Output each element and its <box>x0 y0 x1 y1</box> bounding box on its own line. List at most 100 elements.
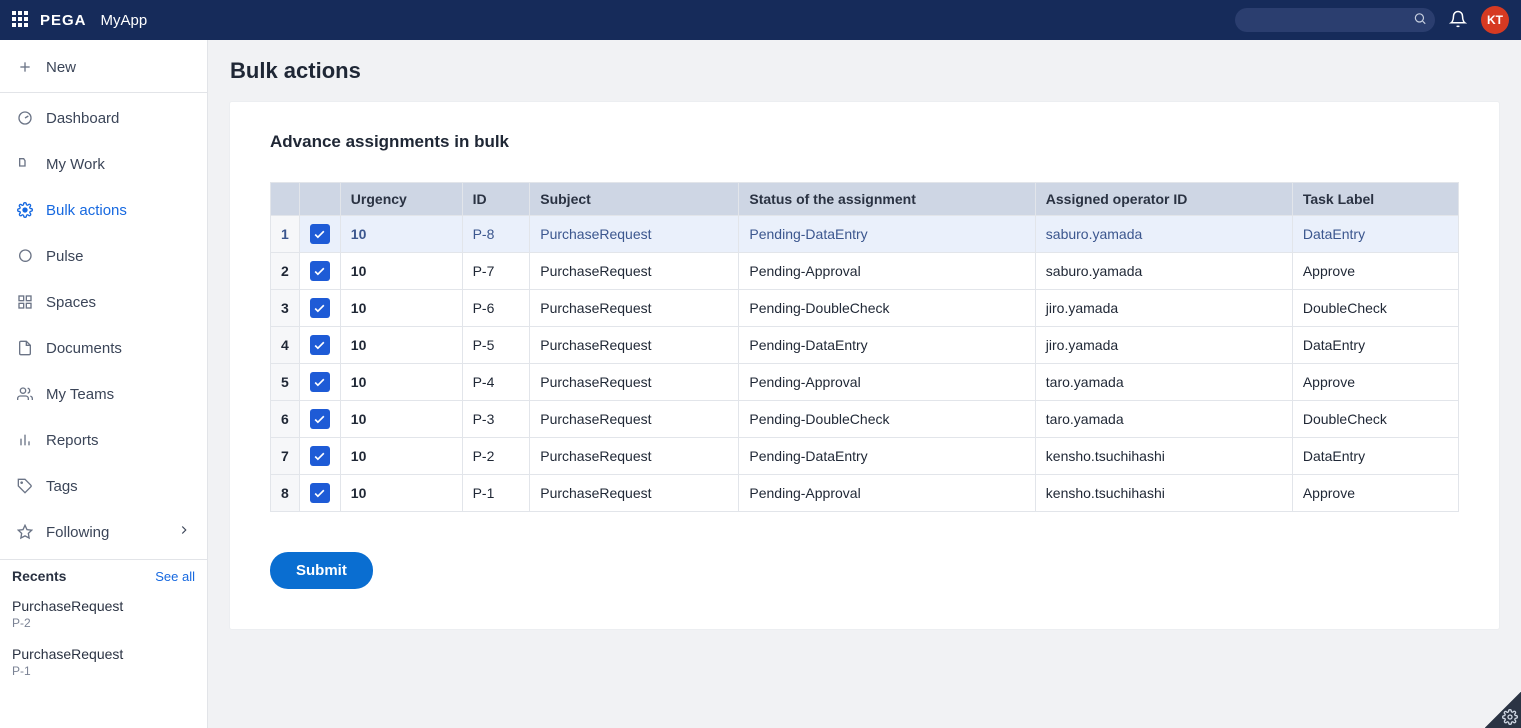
row-checkbox-cell <box>299 327 340 364</box>
sidebar-item-label: Following <box>46 524 109 541</box>
sidebar-item-reports[interactable]: Reports <box>0 417 207 463</box>
table-row[interactable]: 710P-2PurchaseRequestPending-DataEntryke… <box>271 438 1459 475</box>
table-header[interactable]: Subject <box>530 183 739 216</box>
cell-operator: jiro.yamada <box>1035 290 1292 327</box>
cell-id: P-8 <box>462 216 530 253</box>
sidebar-item-label: Spaces <box>46 294 96 311</box>
settings-corner-icon[interactable] <box>1485 692 1521 728</box>
recent-item[interactable]: PurchaseRequest P-2 <box>0 592 207 640</box>
row-checkbox[interactable] <box>310 298 330 318</box>
cell-task: DataEntry <box>1292 327 1458 364</box>
sidebar-item-label: My Work <box>46 156 105 173</box>
sidebar-item-new[interactable]: New <box>0 44 207 90</box>
pulse-icon <box>16 247 34 265</box>
recent-item-sub: P-1 <box>12 664 195 678</box>
sidebar-item-following[interactable]: Following <box>0 509 207 555</box>
row-checkbox-cell <box>299 438 340 475</box>
row-number: 7 <box>271 438 300 475</box>
cell-status: Pending-Approval <box>739 253 1035 290</box>
table-row[interactable]: 610P-3PurchaseRequestPending-DoubleCheck… <box>271 401 1459 438</box>
table-row[interactable]: 410P-5PurchaseRequestPending-DataEntryji… <box>271 327 1459 364</box>
cell-status: Pending-DataEntry <box>739 327 1035 364</box>
cell-status: Pending-Approval <box>739 475 1035 512</box>
notifications-icon[interactable] <box>1449 10 1467 31</box>
recent-item[interactable]: PurchaseRequest P-1 <box>0 640 207 688</box>
table-header[interactable]: ID <box>462 183 530 216</box>
row-checkbox[interactable] <box>310 224 330 244</box>
cell-subject: PurchaseRequest <box>530 401 739 438</box>
sidebar-item-bulk[interactable]: Bulk actions <box>0 187 207 233</box>
cell-id: P-3 <box>462 401 530 438</box>
row-checkbox[interactable] <box>310 372 330 392</box>
documents-icon <box>16 339 34 357</box>
cell-urgency: 10 <box>340 438 462 475</box>
sidebar-item-spaces[interactable]: Spaces <box>0 279 207 325</box>
sidebar-item-documents[interactable]: Documents <box>0 325 207 371</box>
cell-id: P-6 <box>462 290 530 327</box>
page-title: Bulk actions <box>230 58 1499 84</box>
row-checkbox[interactable] <box>310 261 330 281</box>
cell-task: Approve <box>1292 475 1458 512</box>
sidebar-item-mywork[interactable]: My Work <box>0 141 207 187</box>
row-checkbox[interactable] <box>310 335 330 355</box>
app-name-label: MyApp <box>101 12 148 29</box>
row-number: 8 <box>271 475 300 512</box>
cell-task: DoubleCheck <box>1292 401 1458 438</box>
cell-id: P-7 <box>462 253 530 290</box>
table-row[interactable]: 210P-7PurchaseRequestPending-Approvalsab… <box>271 253 1459 290</box>
recent-item-sub: P-2 <box>12 616 195 630</box>
recent-item-title: PurchaseRequest <box>12 598 195 614</box>
cell-operator: saburo.yamada <box>1035 216 1292 253</box>
cell-task: Approve <box>1292 253 1458 290</box>
sidebar-item-pulse[interactable]: Pulse <box>0 233 207 279</box>
row-checkbox[interactable] <box>310 483 330 503</box>
table-header[interactable] <box>299 183 340 216</box>
cell-operator: taro.yamada <box>1035 401 1292 438</box>
cell-operator: saburo.yamada <box>1035 253 1292 290</box>
search-input[interactable] <box>1235 8 1435 32</box>
sidebar-item-label: Reports <box>46 432 99 449</box>
cell-urgency: 10 <box>340 216 462 253</box>
row-checkbox-cell <box>299 475 340 512</box>
cell-task: DataEntry <box>1292 438 1458 475</box>
table-header[interactable]: Assigned operator ID <box>1035 183 1292 216</box>
cell-task: DoubleCheck <box>1292 290 1458 327</box>
row-checkbox-cell <box>299 216 340 253</box>
chevron-right-icon <box>177 523 191 541</box>
see-all-link[interactable]: See all <box>155 569 195 584</box>
table-row[interactable]: 110P-8PurchaseRequestPending-DataEntrysa… <box>271 216 1459 253</box>
cell-id: P-5 <box>462 327 530 364</box>
table-header[interactable]: Urgency <box>340 183 462 216</box>
row-checkbox[interactable] <box>310 409 330 429</box>
new-icon <box>16 58 34 76</box>
sidebar-item-myteams[interactable]: My Teams <box>0 371 207 417</box>
sidebar-item-label: Dashboard <box>46 110 119 127</box>
row-number: 6 <box>271 401 300 438</box>
recents-header: Recents See all <box>0 559 207 592</box>
cell-operator: taro.yamada <box>1035 364 1292 401</box>
row-checkbox-cell <box>299 290 340 327</box>
table-row[interactable]: 810P-1PurchaseRequestPending-Approvalken… <box>271 475 1459 512</box>
user-avatar[interactable]: KT <box>1481 6 1509 34</box>
sidebar-item-dashboard[interactable]: Dashboard <box>0 95 207 141</box>
cell-subject: PurchaseRequest <box>530 253 739 290</box>
cell-subject: PurchaseRequest <box>530 327 739 364</box>
app-launcher-icon[interactable] <box>12 11 30 29</box>
submit-button[interactable]: Submit <box>270 552 373 589</box>
table-row[interactable]: 510P-4PurchaseRequestPending-Approvaltar… <box>271 364 1459 401</box>
table-header[interactable]: Task Label <box>1292 183 1458 216</box>
cell-subject: PurchaseRequest <box>530 290 739 327</box>
table-header[interactable] <box>271 183 300 216</box>
sidebar-item-label: Bulk actions <box>46 202 127 219</box>
card-title: Advance assignments in bulk <box>270 132 1459 152</box>
main-content: Bulk actions Advance assignments in bulk… <box>208 40 1521 728</box>
top-bar: PEGA MyApp KT <box>0 0 1521 40</box>
recents-title: Recents <box>12 568 66 584</box>
recent-item-title: PurchaseRequest <box>12 646 195 662</box>
brand-label: PEGA <box>40 12 87 29</box>
sidebar-item-label: Pulse <box>46 248 84 265</box>
table-row[interactable]: 310P-6PurchaseRequestPending-DoubleCheck… <box>271 290 1459 327</box>
sidebar-item-tags[interactable]: Tags <box>0 463 207 509</box>
table-header[interactable]: Status of the assignment <box>739 183 1035 216</box>
row-checkbox[interactable] <box>310 446 330 466</box>
